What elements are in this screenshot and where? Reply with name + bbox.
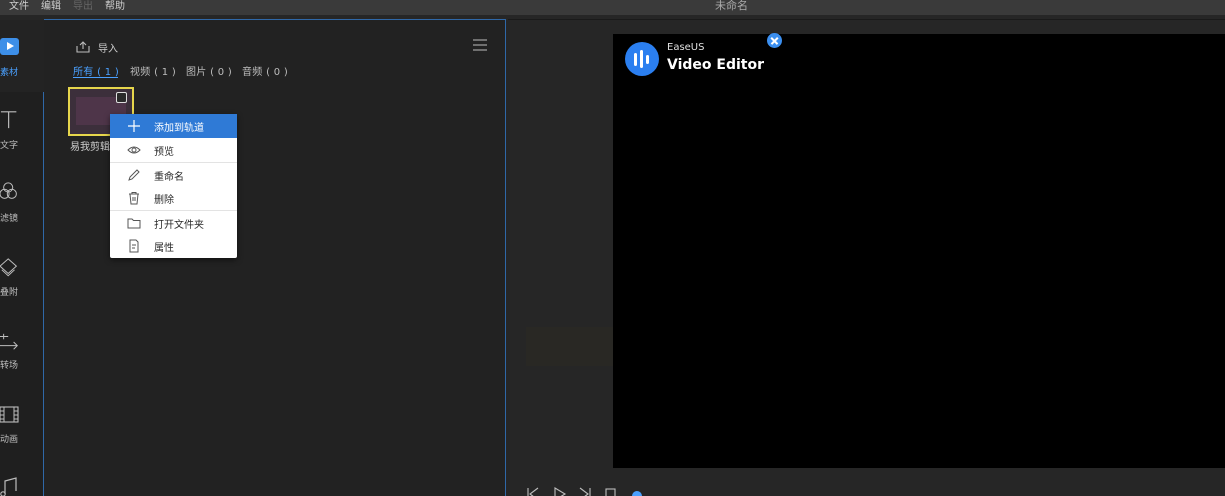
filter-video[interactable]: 视频 ( 1 ) bbox=[130, 63, 176, 78]
pencil-icon bbox=[128, 169, 140, 181]
transition-arrows-icon[interactable] bbox=[0, 332, 20, 352]
ctx-label: 预览 bbox=[154, 147, 174, 158]
brand-name: EaseUS bbox=[667, 42, 705, 53]
rail-label-text[interactable]: 文字 bbox=[0, 138, 18, 151]
thumbnail-checkbox[interactable] bbox=[116, 92, 127, 103]
ctx-label: 重命名 bbox=[154, 172, 184, 183]
rail-label-animation[interactable]: 动画 bbox=[0, 432, 18, 445]
menu-edit[interactable]: 编辑 bbox=[41, 0, 61, 12]
plus-icon bbox=[128, 120, 140, 132]
rail-label-media[interactable]: 素材 bbox=[0, 65, 18, 78]
filter-active-underline bbox=[73, 77, 118, 78]
filter-all[interactable]: 所有 ( 1 ) bbox=[73, 63, 119, 78]
list-view-icon[interactable] bbox=[472, 38, 488, 52]
prev-frame-icon[interactable] bbox=[526, 487, 540, 496]
rail-label-overlay[interactable]: 叠附 bbox=[0, 285, 18, 298]
animation-film-icon[interactable] bbox=[0, 405, 20, 425]
import-button[interactable]: 导入 bbox=[76, 39, 118, 55]
ctx-add-to-track[interactable]: 添加到轨道 bbox=[110, 114, 237, 138]
menu-export[interactable]: 导出 bbox=[73, 0, 93, 12]
filter-circles-icon[interactable] bbox=[0, 182, 20, 202]
rail-active-bg bbox=[0, 20, 44, 92]
overlay-layers-icon[interactable] bbox=[0, 258, 20, 278]
menu-help[interactable]: 帮助 bbox=[105, 0, 125, 12]
close-icon[interactable] bbox=[767, 33, 782, 48]
ctx-rename[interactable]: 重命名 bbox=[110, 163, 237, 187]
preview-screen[interactable] bbox=[613, 34, 1225, 468]
ctx-label: 属性 bbox=[154, 243, 174, 254]
media-item-name: 易我剪辑 bbox=[70, 142, 110, 153]
media-play-icon[interactable] bbox=[0, 38, 19, 55]
folder-icon bbox=[127, 218, 141, 229]
eye-icon bbox=[127, 146, 141, 154]
easeus-logo-icon bbox=[625, 42, 659, 76]
filter-image[interactable]: 图片 ( 0 ) bbox=[186, 63, 232, 78]
rail-label-transition[interactable]: 转场 bbox=[0, 358, 18, 371]
ctx-preview[interactable]: 预览 bbox=[110, 138, 237, 162]
music-note-icon[interactable] bbox=[0, 476, 20, 496]
context-menu: 添加到轨道 预览 重命名 删除 打开文件夹 属性 bbox=[110, 114, 237, 258]
ctx-label: 添加到轨道 bbox=[154, 123, 204, 134]
next-frame-icon[interactable] bbox=[578, 487, 592, 496]
filter-audio[interactable]: 音频 ( 0 ) bbox=[242, 63, 288, 78]
brand-product: Video Editor bbox=[667, 57, 764, 73]
ctx-properties[interactable]: 属性 bbox=[110, 234, 237, 258]
ctx-label: 打开文件夹 bbox=[154, 220, 204, 231]
menu-file[interactable]: 文件 bbox=[9, 0, 29, 12]
window-title: 未命名 bbox=[715, 0, 748, 12]
ctx-open-folder[interactable]: 打开文件夹 bbox=[110, 211, 237, 235]
ctx-delete[interactable]: 删除 bbox=[110, 186, 237, 210]
scrubber-handle[interactable] bbox=[632, 491, 642, 496]
import-icon bbox=[76, 41, 90, 53]
trash-icon bbox=[129, 192, 139, 205]
properties-doc-icon bbox=[129, 239, 139, 253]
text-T-icon[interactable] bbox=[0, 110, 20, 130]
menu-bar: 文件 编辑 导出 帮助 未命名 bbox=[0, 0, 1225, 15]
rail-label-filter[interactable]: 滤镜 bbox=[0, 211, 18, 224]
stop-icon[interactable] bbox=[604, 487, 618, 496]
play-icon[interactable] bbox=[553, 487, 567, 496]
preview-divider bbox=[508, 19, 1225, 20]
ctx-label: 删除 bbox=[154, 195, 174, 206]
import-label: 导入 bbox=[98, 43, 118, 55]
